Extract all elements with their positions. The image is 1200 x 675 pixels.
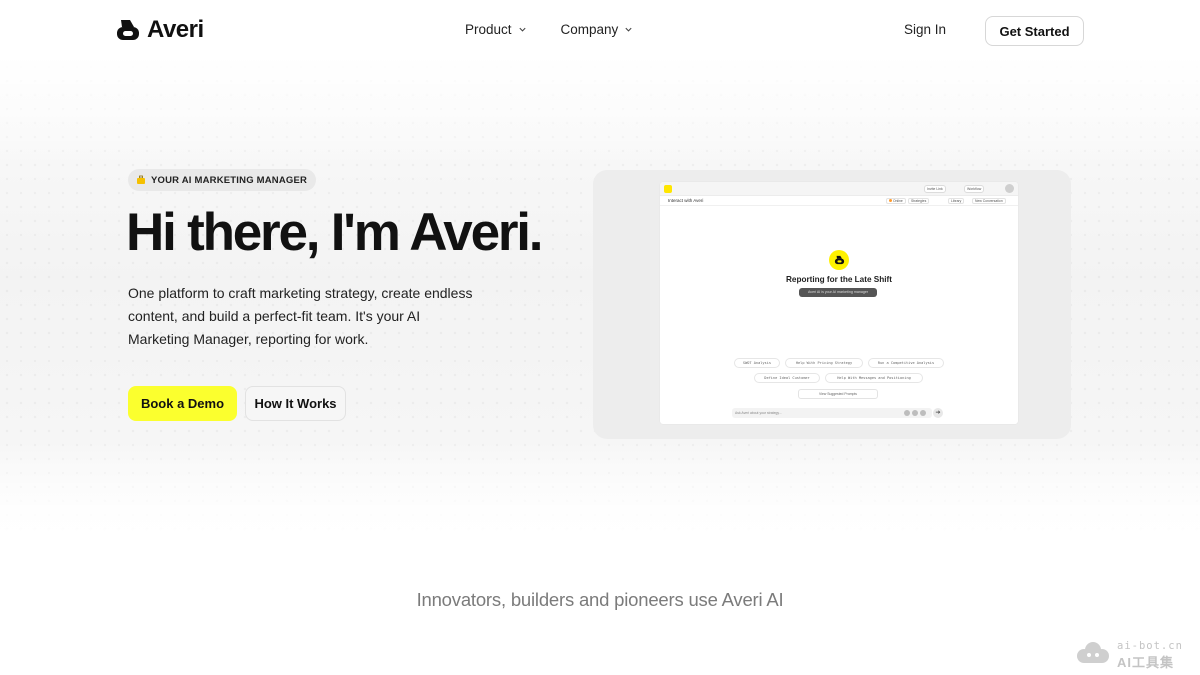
preview-chat-input: Ask Averi about your strategy... <box>732 408 932 418</box>
hero-title: Hi there, I'm Averi. <box>126 203 544 262</box>
brand-name: Averi <box>147 16 204 43</box>
get-started-button[interactable]: Get Started <box>985 16 1084 46</box>
chevron-down-icon <box>518 27 526 32</box>
top-nav: Averi Product Company Sign In Get Starte… <box>0 0 1200 60</box>
preview-suggest-button: View Suggested Prompts <box>798 389 878 399</box>
hero-subtitle: One platform to craft marketing strategy… <box>128 285 473 347</box>
preview-prompt-pill: Run a Competitive Analysis <box>868 358 944 368</box>
preview-status-label: Online <box>893 199 903 203</box>
emoji-icon <box>912 410 918 416</box>
watermark-cloud-icon <box>1077 642 1109 663</box>
chevron-down-icon <box>625 27 632 32</box>
preview-heading: Reporting for the Late Shift <box>786 275 892 284</box>
product-preview-window: Invite Link Workflow Interact with Averi… <box>660 182 1018 424</box>
brand-logo[interactable]: Averi <box>115 16 204 44</box>
watermark: ai-bot.cn AI工具集 <box>1075 640 1190 670</box>
status-dot-icon <box>889 199 892 202</box>
preview-bar-chip: Library <box>948 198 965 204</box>
nav-links: Product Company <box>465 22 633 37</box>
briefcase-icon <box>137 175 145 184</box>
preview-tag: Averi AI is your AI marketing manager <box>799 288 877 297</box>
add-icon <box>920 410 926 416</box>
watermark-label: AI工具集 <box>1117 655 1175 670</box>
send-arrow-icon: ➔ <box>933 408 943 418</box>
hero-badge: YOUR AI MARKETING MANAGER <box>128 169 317 191</box>
preview-logo-icon <box>664 185 672 193</box>
sign-in-link[interactable]: Sign In <box>904 22 946 37</box>
preview-avatar <box>1005 184 1014 193</box>
preview-bar-title: Interact with Averi <box>668 198 704 203</box>
how-it-works-button[interactable]: How It Works <box>245 386 346 421</box>
product-preview-card: Invite Link Workflow Interact with Averi… <box>593 170 1071 439</box>
preview-topbar-chip: Invite Link <box>924 185 946 193</box>
preview-bar-chip: New Conversation <box>972 198 1006 204</box>
preview-topbar-chip: Workflow <box>964 185 985 193</box>
preview-prompt-pill: Help With Pricing Strategy <box>785 358 863 368</box>
preview-status-chip: Online <box>886 198 906 204</box>
averi-logo-icon <box>117 20 139 40</box>
preview-bar-chip: Strategies <box>908 198 930 204</box>
attach-icon <box>904 410 910 416</box>
hero-badge-label: YOUR AI MARKETING MANAGER <box>151 174 308 186</box>
preview-prompt-pill: SWOT Analysis <box>734 358 780 368</box>
preview-prompt-pill: Define Ideal Customer <box>754 373 820 383</box>
book-demo-button[interactable]: Book a Demo <box>128 386 237 421</box>
preview-header-bar: Interact with Averi Online Strategies Li… <box>660 196 1018 206</box>
hero-section: YOUR AI MARKETING MANAGER Hi there, I'm … <box>0 60 1200 545</box>
social-proof-tagline: Innovators, builders and pioneers use Av… <box>416 589 784 610</box>
nav-product-label: Product <box>465 22 512 37</box>
preview-prompt-pill: Help With Messages and Positioning <box>825 373 923 383</box>
nav-company[interactable]: Company <box>561 22 634 37</box>
watermark-url: ai-bot.cn <box>1117 640 1183 652</box>
preview-averi-mark-icon <box>829 250 849 270</box>
nav-company-label: Company <box>560 22 619 37</box>
nav-product[interactable]: Product <box>465 22 527 37</box>
preview-topbar: Invite Link Workflow <box>660 182 1018 196</box>
